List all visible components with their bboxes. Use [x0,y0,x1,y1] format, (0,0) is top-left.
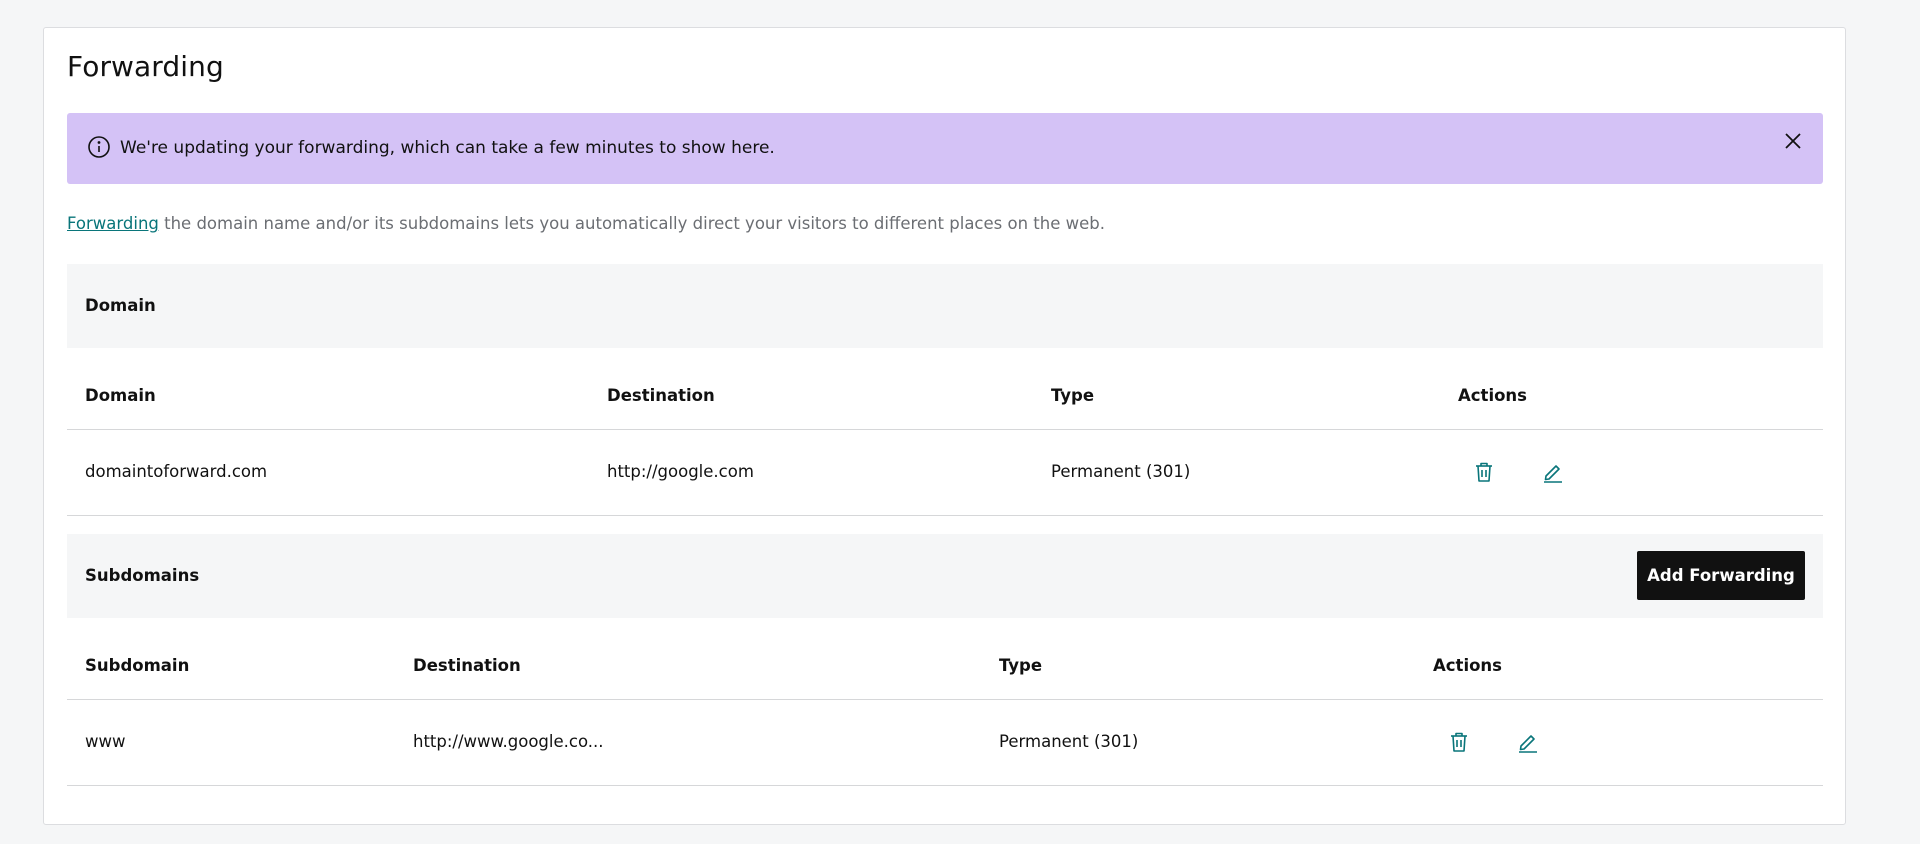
domain-type: Permanent (301) [1051,462,1191,481]
domain-section-title: Domain [85,296,156,315]
table-row: www http://www.google.co... Permanent (3… [67,700,1823,786]
trash-icon[interactable] [1447,730,1471,754]
subdomain-destination: http://www.google.co... [413,732,604,751]
column-header-actions: Actions [1433,656,1502,675]
alert-message: We're updating your forwarding, which ca… [120,138,775,158]
close-icon[interactable] [1779,127,1807,155]
table-row: domaintoforward.com http://google.com Pe… [67,430,1823,516]
column-header-destination: Destination [607,386,715,405]
subdomain-table: Subdomain Destination Type Actions www h… [67,618,1823,786]
update-alert: We're updating your forwarding, which ca… [67,113,1823,184]
add-forwarding-button[interactable]: Add Forwarding [1637,551,1805,600]
trash-icon[interactable] [1472,460,1496,484]
domain-destination: http://google.com [607,462,754,481]
pencil-icon[interactable] [1541,460,1565,484]
intro-text: Forwarding the domain name and/or its su… [67,212,1105,236]
domain-table: Domain Destination Type Actions domainto… [67,348,1823,516]
subdomain-type: Permanent (301) [999,732,1139,751]
subdomain-table-header: Subdomain Destination Type Actions [67,618,1823,700]
subdomains-section-title: Subdomains [85,566,200,585]
subdomains-section-header: Subdomains Add Forwarding [67,534,1823,618]
column-header-domain: Domain [85,386,156,405]
domain-table-header: Domain Destination Type Actions [67,348,1823,430]
subdomain-name: www [85,732,126,751]
forwarding-help-link[interactable]: Forwarding [67,214,159,233]
column-header-type: Type [1051,386,1095,405]
domain-name: domaintoforward.com [85,462,268,481]
column-header-subdomain: Subdomain [85,656,190,675]
page-title: Forwarding [67,50,224,83]
column-header-type: Type [999,656,1043,675]
domain-section-header: Domain [67,264,1823,348]
column-header-destination: Destination [413,656,521,675]
intro-description: the domain name and/or its subdomains le… [158,214,1105,233]
forwarding-card: Forwarding We're updating your forwardin… [43,27,1846,825]
pencil-icon[interactable] [1516,730,1540,754]
column-header-actions: Actions [1458,386,1527,405]
info-icon [87,135,111,159]
